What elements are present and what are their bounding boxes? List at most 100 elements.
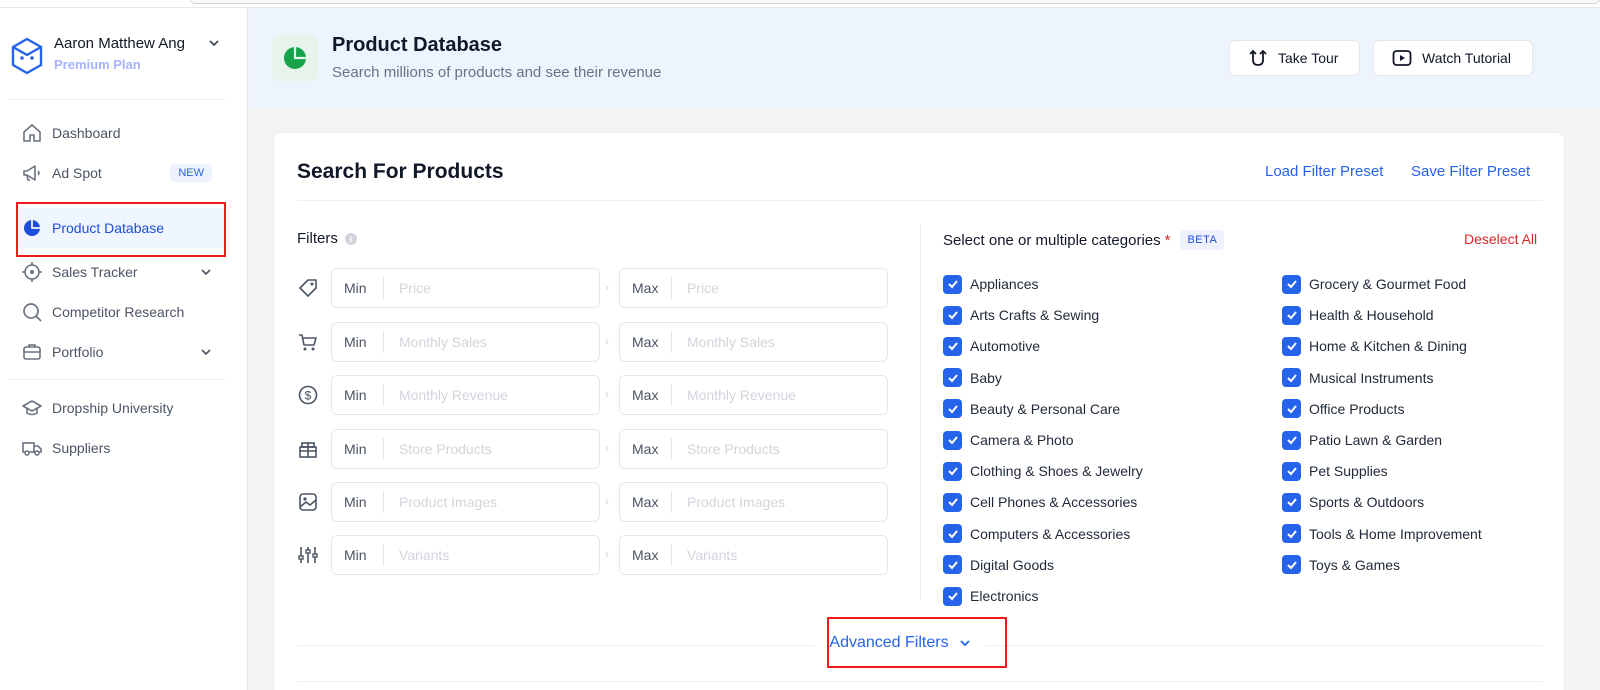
price-min-field[interactable]: Min — [331, 268, 600, 308]
category-baby[interactable]: Baby — [943, 367, 1002, 389]
checkbox-checked-icon[interactable] — [1282, 336, 1301, 356]
store-products-min-input[interactable] — [399, 441, 589, 457]
sidebar-item-sales-tracker[interactable]: Sales Tracker — [16, 252, 226, 292]
category-arts-crafts-and-sewing[interactable]: Arts Crafts & Sewing — [943, 304, 1099, 326]
category-cell-phones-and-accessories[interactable]: Cell Phones & Accessories — [943, 491, 1137, 513]
search-card: Search For Products Load Filter Preset S… — [273, 132, 1565, 690]
category-appliances[interactable]: Appliances — [943, 273, 1039, 295]
category-home-and-kitchen-and-dining[interactable]: Home & Kitchen & Dining — [1282, 335, 1467, 357]
variants-max-field[interactable]: Max — [619, 535, 888, 575]
category-digital-goods[interactable]: Digital Goods — [943, 554, 1054, 576]
checkbox-checked-icon[interactable] — [1282, 524, 1301, 544]
checkbox-checked-icon[interactable] — [1282, 555, 1301, 575]
sidebar-item-dropship-university[interactable]: Dropship University — [16, 388, 226, 428]
product-images-min-field[interactable]: Min — [331, 482, 600, 522]
variants-min-field[interactable]: Min — [331, 535, 600, 575]
price-max-input[interactable] — [687, 280, 877, 296]
category-beauty-and-personal-care[interactable]: Beauty & Personal Care — [943, 398, 1120, 420]
category-label: Cell Phones & Accessories — [970, 494, 1138, 511]
save-filter-preset-link[interactable]: Save Filter Preset — [1411, 163, 1530, 180]
checkbox-checked-icon[interactable] — [943, 274, 962, 294]
category-electronics[interactable]: Electronics — [943, 585, 1038, 607]
store-products-max-input[interactable] — [687, 441, 877, 457]
store-products-min-field[interactable]: Min — [331, 429, 600, 469]
checkbox-checked-icon[interactable] — [1282, 305, 1301, 325]
route-icon — [1249, 49, 1267, 66]
checkbox-checked-icon[interactable] — [943, 555, 962, 575]
category-tools-and-home-improvement[interactable]: Tools & Home Improvement — [1282, 523, 1482, 545]
take-tour-label: Take Tour — [1278, 50, 1339, 66]
category-toys-and-games[interactable]: Toys & Games — [1282, 554, 1400, 576]
max-label: Max — [620, 277, 672, 299]
category-automotive[interactable]: Automotive — [943, 335, 1040, 357]
price-min-input[interactable] — [399, 280, 589, 296]
checkbox-checked-icon[interactable] — [1282, 368, 1301, 388]
deselect-all-link[interactable]: Deselect All — [1464, 231, 1537, 247]
checkbox-checked-icon[interactable] — [943, 430, 962, 450]
store-products-max-field[interactable]: Max — [619, 429, 888, 469]
category-camera-and-photo[interactable]: Camera & Photo — [943, 429, 1074, 451]
sidebar: Aaron Matthew Ang Premium Plan Dashboard… — [0, 8, 248, 690]
sidebar-item-competitor-research[interactable]: Competitor Research — [16, 292, 226, 332]
category-pet-supplies[interactable]: Pet Supplies — [1282, 460, 1388, 482]
checkbox-checked-icon[interactable] — [943, 399, 962, 419]
monthly-revenue-max-field[interactable]: Max — [619, 375, 888, 415]
product-images-max-input[interactable] — [687, 494, 877, 510]
checkbox-checked-icon[interactable] — [943, 461, 962, 481]
category-musical-instruments[interactable]: Musical Instruments — [1282, 367, 1433, 389]
checkbox-checked-icon[interactable] — [1282, 274, 1301, 294]
page-subtitle: Search millions of products and see thei… — [332, 64, 662, 81]
monthly-revenue-max-input[interactable] — [687, 387, 877, 403]
category-health-and-household[interactable]: Health & Household — [1282, 304, 1434, 326]
category-clothing-and-shoes-and-jewelry[interactable]: Clothing & Shoes & Jewelry — [943, 460, 1143, 482]
sidebar-item-ad-spot[interactable]: Ad Spot NEW — [16, 153, 226, 193]
sidebar-item-label: Sales Tracker — [52, 264, 138, 280]
monthly-sales-min-input[interactable] — [399, 334, 589, 350]
checkbox-checked-icon[interactable] — [943, 492, 962, 512]
product-images-max-field[interactable]: Max — [619, 482, 888, 522]
checkbox-checked-icon[interactable] — [1282, 461, 1301, 481]
checkbox-checked-icon[interactable] — [1282, 399, 1301, 419]
checkbox-checked-icon[interactable] — [943, 336, 962, 356]
variants-max-input[interactable] — [687, 547, 877, 563]
checkbox-checked-icon[interactable] — [943, 524, 962, 544]
load-filter-preset-link[interactable]: Load Filter Preset — [1265, 163, 1383, 180]
watch-tutorial-button[interactable]: Watch Tutorial — [1373, 40, 1533, 76]
category-grocery-and-gourmet-food[interactable]: Grocery & Gourmet Food — [1282, 273, 1466, 295]
info-icon[interactable]: i — [344, 232, 357, 245]
chevron-down-icon[interactable] — [200, 346, 212, 358]
checkbox-checked-icon[interactable] — [1282, 492, 1301, 512]
category-patio-lawn-and-garden[interactable]: Patio Lawn & Garden — [1282, 429, 1442, 451]
category-office-products[interactable]: Office Products — [1282, 398, 1404, 420]
chevron-down-icon[interactable] — [200, 266, 212, 278]
sidebar-item-portfolio[interactable]: Portfolio — [16, 332, 226, 372]
checkbox-checked-icon[interactable] — [943, 305, 962, 325]
briefcase-icon — [23, 344, 41, 360]
sidebar-item-suppliers[interactable]: Suppliers — [16, 428, 226, 468]
take-tour-button[interactable]: Take Tour — [1229, 40, 1360, 76]
category-label: Arts Crafts & Sewing — [970, 307, 1100, 324]
product-images-min-input[interactable] — [399, 494, 589, 510]
gift-icon — [299, 442, 317, 458]
categories-heading: Select one or multiple categories * BETA — [943, 230, 1225, 250]
page-header: Product Database Search millions of prod… — [249, 8, 1600, 108]
sidebar-divider — [10, 379, 226, 380]
checkbox-checked-icon[interactable] — [943, 586, 962, 606]
user-name: Aaron Matthew Ang — [54, 35, 185, 52]
price-max-field[interactable]: Max — [619, 268, 888, 308]
category-sports-and-outdoors[interactable]: Sports & Outdoors — [1282, 491, 1424, 513]
checkbox-checked-icon[interactable] — [1282, 430, 1301, 450]
variants-min-input[interactable] — [399, 547, 589, 563]
monthly-revenue-min-input[interactable] — [399, 387, 589, 403]
filter-row-product-images: Min › Max — [297, 482, 888, 522]
checkbox-checked-icon[interactable] — [943, 368, 962, 388]
monthly-sales-min-field[interactable]: Min — [331, 322, 600, 362]
monthly-revenue-min-field[interactable]: Min — [331, 375, 600, 415]
range-separator: › — [605, 387, 609, 401]
app-logo-icon — [11, 37, 43, 75]
category-computers-and-accessories[interactable]: Computers & Accessories — [943, 523, 1130, 545]
monthly-sales-max-input[interactable] — [687, 334, 877, 350]
monthly-sales-max-field[interactable]: Max — [619, 322, 888, 362]
user-menu[interactable]: Aaron Matthew Ang Premium Plan — [10, 34, 230, 84]
sidebar-item-dashboard[interactable]: Dashboard — [16, 113, 226, 153]
